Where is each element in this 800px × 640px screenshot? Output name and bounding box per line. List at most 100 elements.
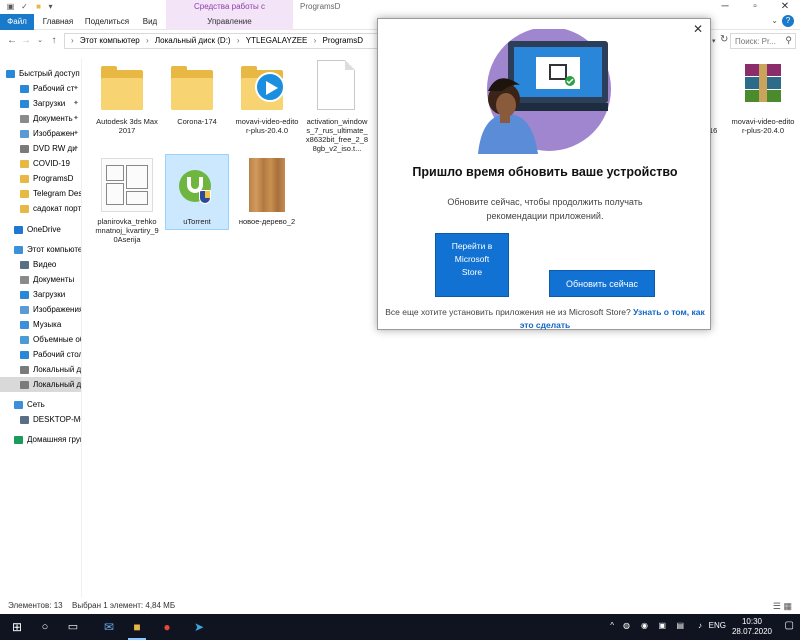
- tab-home[interactable]: Главная: [38, 14, 78, 30]
- mail-app-icon[interactable]: ✉: [100, 618, 118, 636]
- file-name: Autodesk 3ds Max 2017: [96, 117, 158, 135]
- clock-time: 10:30: [741, 617, 763, 626]
- sidebar-item[interactable]: Быстрый доступ: [0, 66, 81, 81]
- sidebar-item[interactable]: Рабочий стол: [0, 347, 82, 362]
- sidebar-item[interactable]: Загрузки: [0, 287, 81, 302]
- update-now-button[interactable]: Обновить сейчас: [549, 270, 655, 297]
- ribbon-expand-icon[interactable]: ⌄: [771, 16, 778, 25]
- telegram-icon[interactable]: ➤: [190, 618, 208, 636]
- sidebar-item[interactable]: Telegram Desk: [0, 186, 81, 201]
- sidebar-item[interactable]: OneDrive: [0, 222, 81, 237]
- sidebar-item-icon: [14, 246, 23, 254]
- breadcrumb-ytlegalayzee[interactable]: YTLEGALAYZEE: [246, 36, 308, 45]
- up-arrow-icon[interactable]: ↑: [48, 34, 60, 48]
- sidebar-item[interactable]: ProgramsD: [0, 171, 81, 186]
- selection-info: Выбран 1 элемент: 4,84 МБ: [72, 601, 176, 610]
- sidebar-item[interactable]: Домашняя груп: [0, 432, 82, 447]
- sidebar-item[interactable]: Загрузки ✦: [0, 96, 81, 111]
- help-icon[interactable]: ?: [782, 15, 794, 27]
- back-arrow-icon[interactable]: ←: [6, 34, 18, 48]
- navigation-pane: Быстрый доступ Рабочий ст ✦ Загрузки ✦ Докуме…: [0, 58, 82, 598]
- tray-overflow-icon[interactable]: ^: [610, 621, 614, 630]
- breadcrumb-local-disk-d[interactable]: Локальный диск (D:): [155, 36, 231, 45]
- sidebar-item-icon: [20, 291, 29, 299]
- pin-icon: ✦: [73, 115, 79, 122]
- sidebar-item-icon: [20, 85, 29, 93]
- update-dialog: ✕ Пришло время обновить ваше устройство …: [377, 18, 711, 330]
- quick-access-dropdown-icon[interactable]: ▾: [46, 2, 55, 11]
- item-count: Элементов: 13: [8, 601, 63, 610]
- breadcrumb-this-pc[interactable]: Этот компьютер: [80, 36, 140, 45]
- notifications-icon[interactable]: ▢: [785, 620, 794, 631]
- sidebar-item-icon: [14, 226, 23, 234]
- sidebar-item[interactable]: Видео: [0, 257, 81, 272]
- address-dropdown-icon[interactable]: ▾: [712, 37, 716, 45]
- network-icon[interactable]: ▤: [676, 621, 684, 630]
- search-icon[interactable]: ○: [36, 618, 54, 636]
- language-indicator[interactable]: ENG: [709, 621, 726, 630]
- floor-plan-thumbnail: [101, 158, 153, 212]
- search-box[interactable]: ⚲: [730, 33, 796, 49]
- sidebar-item[interactable]: Документь ✦: [0, 111, 81, 126]
- tray-app-icon[interactable]: ◉: [641, 621, 648, 630]
- sidebar-item-label: Домашняя груп: [27, 435, 82, 444]
- explorer-icon[interactable]: ▣: [6, 2, 15, 11]
- sidebar-item-icon: [14, 436, 23, 444]
- forward-arrow-icon[interactable]: →: [20, 34, 32, 48]
- breadcrumb-programsd[interactable]: ProgramsD: [323, 36, 363, 45]
- sidebar-item-label: ProgramsD: [33, 174, 74, 183]
- sidebar-item-label: Видео: [33, 260, 57, 269]
- chrome-icon[interactable]: ●: [158, 618, 176, 636]
- sidebar-item-icon: [20, 160, 29, 168]
- dialog-close-button[interactable]: ✕: [691, 22, 705, 36]
- sidebar-item-label: COVID-19: [33, 159, 70, 168]
- sidebar-item-label: Объемные об: [33, 335, 82, 344]
- open-microsoft-store-button[interactable]: Перейти в Microsoft Store: [435, 233, 509, 297]
- view-toggle-icons[interactable]: ☰ ▦: [773, 600, 792, 612]
- pin-icon: ✦: [73, 130, 79, 137]
- sidebar-item[interactable]: Сеть: [0, 397, 81, 412]
- volume-icon[interactable]: ♪: [698, 621, 702, 630]
- sidebar-item[interactable]: Изображен ✦: [0, 126, 81, 141]
- tab-share[interactable]: Поделиться: [82, 14, 132, 30]
- search-input[interactable]: [731, 34, 779, 48]
- sidebar-item[interactable]: Музыка: [0, 317, 81, 332]
- sidebar-item[interactable]: Этот компьютер: [0, 242, 81, 257]
- tab-file[interactable]: Файл: [0, 14, 34, 30]
- sidebar-item-label: DESKTOP-MQ: [33, 415, 82, 424]
- winrar-archive-icon: [745, 64, 781, 104]
- document-icon: [317, 60, 355, 110]
- sidebar-item[interactable]: Рабочий ст ✦: [0, 81, 81, 96]
- status-bar: Элементов: 13 Выбран 1 элемент: 4,84 МБ …: [0, 598, 800, 614]
- tab-manage[interactable]: Управление: [166, 14, 293, 30]
- tab-view[interactable]: Вид: [136, 14, 164, 30]
- tray-app-icon[interactable]: ◍: [623, 621, 630, 630]
- sidebar-item[interactable]: DESKTOP-MQ: [0, 412, 82, 427]
- clock[interactable]: 10:30 28.07.2020: [730, 617, 774, 637]
- file-explorer-taskbar-icon[interactable]: ■: [128, 618, 146, 640]
- sidebar-item-label: Рабочий стол: [33, 350, 82, 359]
- sidebar-item-label: Загрузки: [33, 290, 66, 299]
- maximize-button[interactable]: ▫: [740, 0, 770, 14]
- search-icon: ⚲: [785, 35, 792, 45]
- sidebar-item[interactable]: садокат порта: [0, 201, 81, 216]
- new-folder-icon[interactable]: ■: [34, 2, 43, 11]
- sidebar-item-icon: [20, 416, 29, 424]
- sidebar-item[interactable]: Объемные об: [0, 332, 82, 347]
- task-view-icon[interactable]: ▭: [64, 618, 82, 636]
- tray-app-icon[interactable]: ▣: [658, 621, 666, 630]
- sidebar-item[interactable]: Изображения: [0, 302, 81, 317]
- start-windows-icon[interactable]: ⊞: [8, 618, 26, 636]
- sidebar-item[interactable]: COVID-19: [0, 156, 81, 171]
- sidebar-item[interactable]: Документы: [0, 272, 81, 287]
- sidebar-item[interactable]: DVD RW ди ✦: [0, 141, 81, 156]
- sidebar-item[interactable]: Локальный ди: [0, 377, 81, 392]
- refresh-icon[interactable]: ↻: [720, 34, 728, 45]
- close-window-button[interactable]: ✕: [770, 0, 800, 14]
- sidebar-item-icon: [20, 175, 29, 183]
- properties-icon[interactable]: ✓: [20, 2, 29, 11]
- sidebar-item[interactable]: Локальный ди: [0, 362, 81, 377]
- recent-locations-icon[interactable]: ⌄: [34, 34, 46, 48]
- minimize-button[interactable]: ─: [710, 0, 740, 14]
- sidebar-item-icon: [6, 70, 15, 78]
